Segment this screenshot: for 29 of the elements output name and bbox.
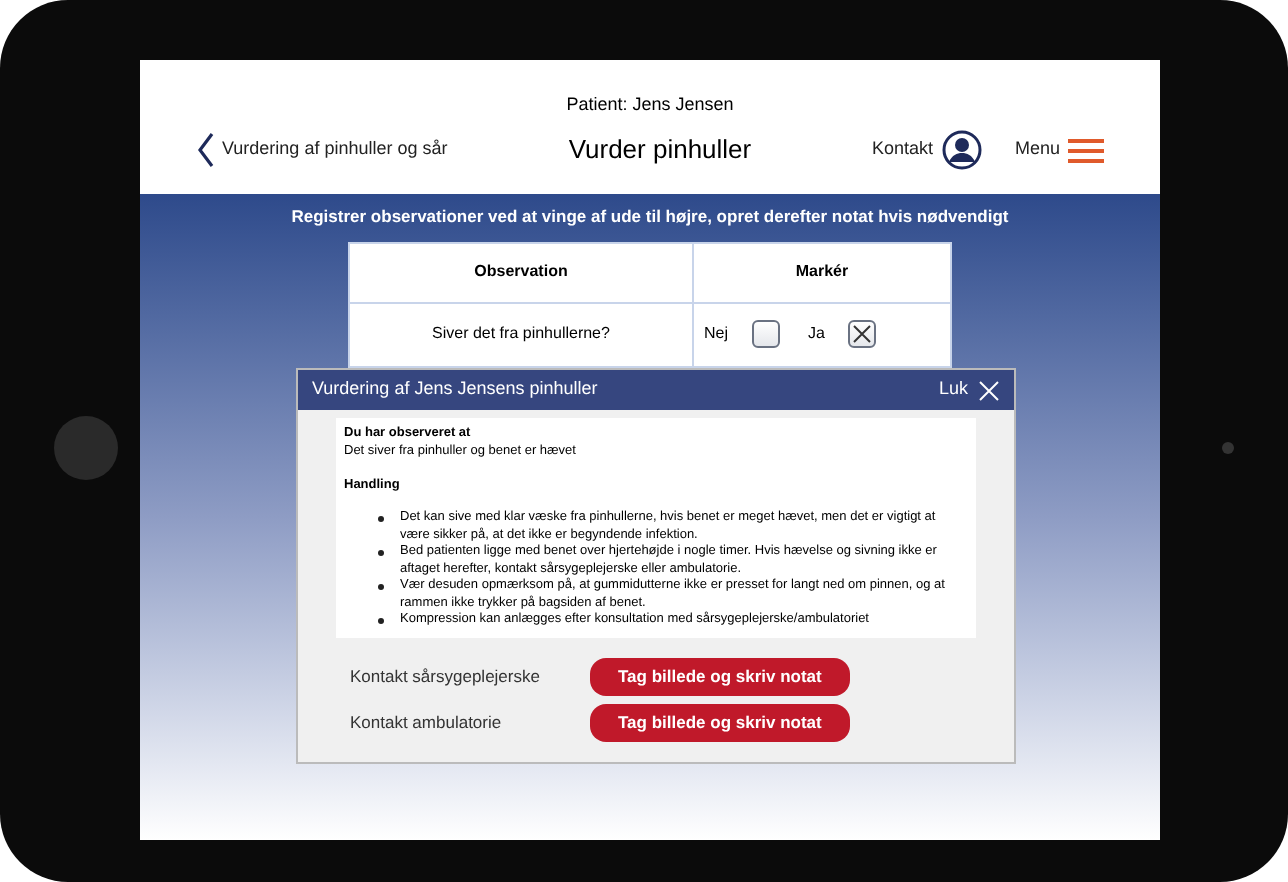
bullet-icon bbox=[378, 516, 384, 522]
user-icon bbox=[942, 130, 983, 170]
photo-note-button[interactable]: Tag billede og skriv notat bbox=[590, 657, 850, 695]
camera bbox=[1222, 442, 1234, 454]
option-label: Ja bbox=[808, 322, 825, 347]
close-icon bbox=[978, 379, 1000, 401]
checkbox[interactable] bbox=[848, 320, 877, 349]
column-header: Observation bbox=[474, 260, 568, 285]
dialog-title: Vurdering af Jens Jensens pinhuller bbox=[312, 376, 598, 403]
bullet-icon bbox=[378, 584, 384, 590]
back-link[interactable]: Vurdering af pinhuller og sår bbox=[196, 132, 516, 168]
cross-icon bbox=[852, 324, 873, 345]
menu-button[interactable]: Menu bbox=[1014, 136, 1104, 164]
menu-icon bbox=[1068, 137, 1104, 163]
option-label: Nej bbox=[704, 322, 729, 347]
bullet-icon bbox=[378, 550, 384, 556]
photo-note-button[interactable]: Tag billede og skriv notat bbox=[590, 703, 850, 741]
bullet-icon bbox=[378, 618, 384, 624]
instruction-text: Registrer observationer ved at vinge af ude til højre, opret derefter notat hvis nødvendigt bbox=[291, 204, 1009, 230]
page-title: Vurder pinhuller bbox=[566, 132, 754, 169]
question-cell: Siver det fra pinhullerne? bbox=[432, 322, 610, 347]
close-button[interactable]: Luk bbox=[938, 376, 1000, 404]
column-header: Markér bbox=[795, 260, 849, 285]
contact-label: Kontakt sårsygeplejerske bbox=[350, 663, 542, 689]
back-chevron-icon bbox=[196, 132, 216, 168]
contact-label: Kontakt ambulatorie bbox=[350, 709, 504, 735]
contact-button[interactable]: Kontakt bbox=[871, 130, 983, 170]
checkbox[interactable] bbox=[752, 320, 781, 349]
patient-name: Patient: Jens Jensen bbox=[566, 94, 734, 114]
